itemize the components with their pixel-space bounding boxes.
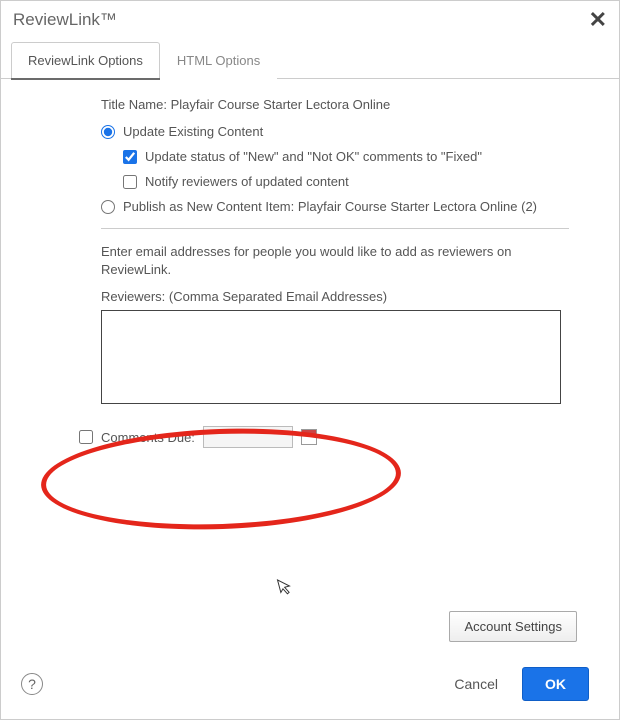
label-notify-reviewers: Notify reviewers of updated content (145, 174, 349, 189)
label-publish-new: Publish as New Content Item: Playfair Co… (123, 199, 537, 214)
cursor-icon (276, 576, 295, 602)
checkbox-update-status[interactable] (123, 150, 137, 164)
title-name-label: Title Name: (101, 97, 167, 112)
tab-reviewlink-options[interactable]: ReviewLink Options (11, 42, 160, 79)
checkbox-comments-due[interactable] (79, 430, 93, 444)
dialog-title: ReviewLink™ (13, 10, 117, 30)
title-name-value: Playfair Course Starter Lectora Online (171, 97, 391, 112)
ok-button[interactable]: OK (522, 667, 589, 701)
tab-bar: ReviewLink Options HTML Options (1, 41, 619, 79)
comments-due-date-input[interactable] (203, 426, 293, 448)
cancel-button[interactable]: Cancel (454, 676, 498, 692)
radio-publish-new[interactable] (101, 200, 115, 214)
label-update-existing: Update Existing Content (123, 124, 263, 139)
account-settings-button[interactable]: Account Settings (449, 611, 577, 642)
checkbox-notify-reviewers[interactable] (123, 175, 137, 189)
radio-update-existing[interactable] (101, 125, 115, 139)
divider (101, 228, 569, 229)
reviewers-input[interactable] (101, 310, 561, 404)
title-name-row: Title Name: Playfair Course Starter Lect… (101, 97, 569, 112)
calendar-icon[interactable] (301, 429, 317, 445)
close-icon[interactable]: ✕ (589, 9, 607, 31)
tab-html-options[interactable]: HTML Options (160, 42, 277, 79)
label-update-status: Update status of "New" and "Not OK" comm… (145, 149, 482, 164)
help-icon[interactable]: ? (21, 673, 43, 695)
email-instructions: Enter email addresses for people you wou… (101, 243, 569, 279)
reviewers-label: Reviewers: (Comma Separated Email Addres… (101, 289, 569, 304)
label-comments-due: Comments Due: (101, 430, 195, 445)
